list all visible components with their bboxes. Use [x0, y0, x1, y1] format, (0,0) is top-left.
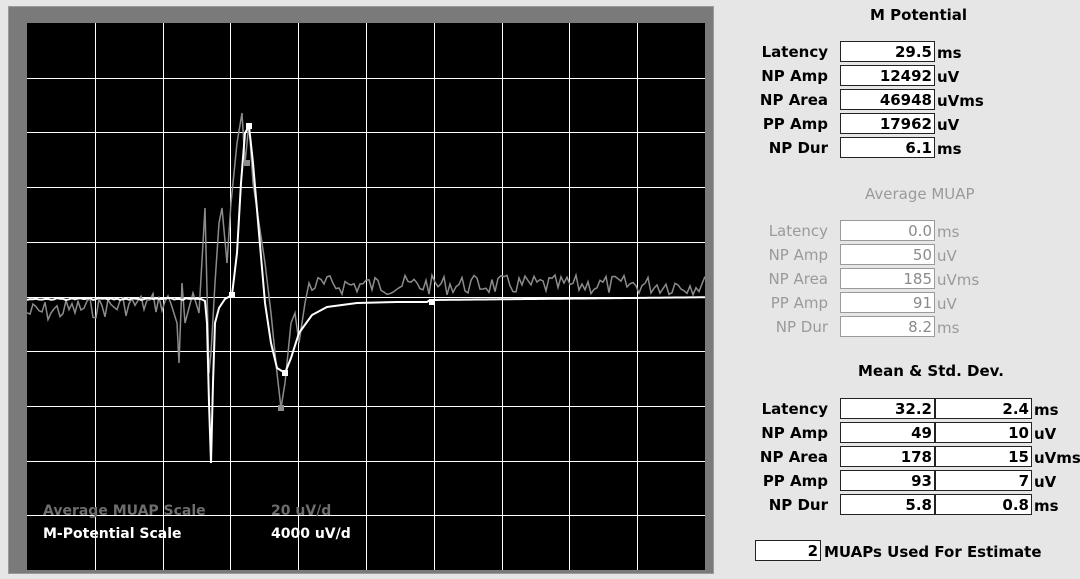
m-onset-marker[interactable] [229, 292, 235, 298]
ms-np-amp-mean-field[interactable]: 49 [840, 422, 935, 443]
avg-np-dur-unit: ms [937, 319, 960, 337]
m-latency-label: Latency [761, 43, 828, 61]
m-pp-amp-unit: uV [937, 116, 960, 134]
waveform-canvas [27, 23, 705, 570]
ms-np-amp-unit: uV [1034, 425, 1057, 443]
ms-np-dur-std-field[interactable]: 0.8 [935, 494, 1032, 515]
avg-latency-field[interactable]: 0.0 [840, 220, 935, 241]
m-pp-amp-label: PP Amp [762, 115, 828, 133]
m-negative-peak-marker[interactable] [246, 123, 252, 129]
avg-np-area-field[interactable]: 185 [840, 268, 935, 289]
muaps-used-label: MUAPs Used For Estimate [824, 543, 1042, 561]
m-np-dur-label: NP Dur [768, 139, 828, 157]
average-muap-title: Average MUAP [865, 185, 975, 203]
avg-np-area-label: NP Area [768, 270, 828, 288]
ms-latency-std-field[interactable]: 2.4 [935, 398, 1032, 419]
avg-np-dur-label: NP Dur [775, 318, 828, 336]
avg-np-amp-unit: uV [937, 247, 957, 265]
m-np-area-unit: uVms [937, 92, 984, 110]
ms-pp-amp-unit: uV [1034, 473, 1057, 491]
muaps-used-count-field[interactable]: 2 [755, 540, 821, 561]
m-positive-peak-marker[interactable] [282, 370, 288, 376]
ms-np-dur-mean-field[interactable]: 5.8 [840, 494, 935, 515]
ms-latency-mean-field[interactable]: 32.2 [840, 398, 935, 419]
m-potential-scale-value: 4000 uV/d [271, 526, 351, 542]
grid-lines [27, 23, 705, 570]
ms-pp-amp-std-field[interactable]: 7 [935, 470, 1032, 491]
ms-np-dur-label: NP Dur [768, 496, 828, 514]
ms-np-area-mean-field[interactable]: 178 [840, 446, 935, 467]
ms-latency-unit: ms [1034, 401, 1059, 419]
m-latency-field[interactable]: 29.5 [840, 41, 935, 62]
avg-latency-label: Latency [768, 222, 828, 240]
ms-np-area-std-field[interactable]: 15 [935, 446, 1032, 467]
m-np-dur-field[interactable]: 6.1 [840, 137, 935, 158]
ms-np-amp-label: NP Amp [761, 424, 828, 442]
m-end-marker[interactable] [429, 299, 435, 305]
m-pp-amp-field[interactable]: 17962 [840, 113, 935, 134]
ms-np-amp-std-field[interactable]: 10 [935, 422, 1032, 443]
m-potential-title: M Potential [870, 6, 968, 24]
ms-np-area-unit: uVms [1034, 449, 1080, 467]
average-muap-scale-label: Average MUAP Scale [43, 503, 206, 519]
avg-pp-amp-field[interactable]: 91 [840, 292, 935, 313]
ms-pp-amp-mean-field[interactable]: 93 [840, 470, 935, 491]
scope-frame: Average MUAP Scale 20 uV/d M-Potential S… [8, 6, 714, 574]
average-muap-scale-value: 20 uV/d [271, 503, 332, 519]
m-np-amp-field[interactable]: 12492 [840, 65, 935, 86]
muap-trough-marker[interactable] [278, 405, 284, 411]
mean-std-title: Mean & Std. Dev. [858, 362, 1004, 380]
avg-np-dur-field[interactable]: 8.2 [840, 316, 935, 337]
m-latency-unit: ms [937, 44, 962, 62]
avg-latency-unit: ms [937, 223, 960, 241]
m-np-area-label: NP Area [759, 91, 828, 109]
avg-np-amp-label: NP Amp [768, 246, 828, 264]
ms-np-area-label: NP Area [759, 448, 828, 466]
avg-pp-amp-unit: uV [937, 295, 957, 313]
avg-np-area-unit: uVms [937, 271, 980, 289]
m-np-amp-unit: uV [937, 68, 960, 86]
m-np-dur-unit: ms [937, 140, 962, 158]
ms-pp-amp-label: PP Amp [762, 472, 828, 490]
m-potential-scale-label: M-Potential Scale [43, 526, 182, 542]
avg-np-amp-field[interactable]: 50 [840, 244, 935, 265]
avg-pp-amp-label: PP Amp [770, 294, 828, 312]
ms-np-dur-unit: ms [1034, 497, 1059, 515]
ms-latency-label: Latency [761, 400, 828, 418]
m-np-area-field[interactable]: 46948 [840, 89, 935, 110]
muap-peak-marker[interactable] [244, 160, 250, 166]
m-np-amp-label: NP Amp [761, 67, 828, 85]
trace-markers [229, 123, 435, 411]
waveform-display[interactable]: Average MUAP Scale 20 uV/d M-Potential S… [27, 23, 705, 570]
